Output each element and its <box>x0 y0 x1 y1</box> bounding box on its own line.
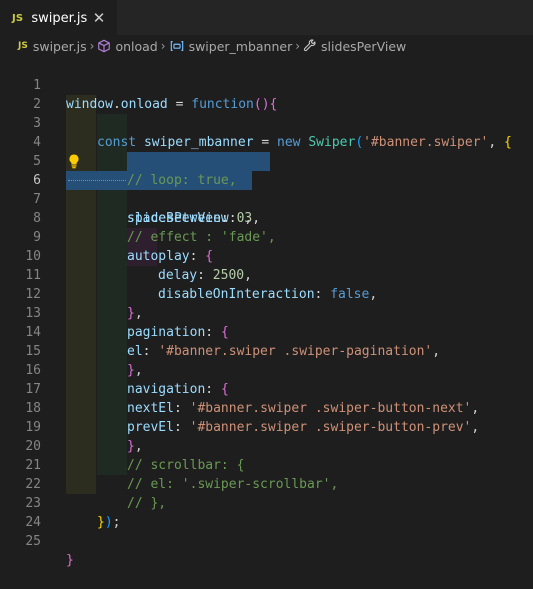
code-line: 2 <box>0 76 533 112</box>
js-file-icon: JS <box>12 12 24 24</box>
tab-bar: JS swiper.js ✕ <box>0 0 533 35</box>
code-line: 25 } <box>0 513 533 568</box>
code-line: 14 el: '#banner.swiper .swiper-paginatio… <box>0 304 533 359</box>
code-line: 17 nextEl: '#banner.swiper .swiper-butto… <box>0 361 533 416</box>
chevron-right-icon: › <box>160 39 166 53</box>
breadcrumb-onload[interactable]: onload <box>97 38 158 54</box>
breadcrumb-property[interactable]: slidesPerView <box>303 39 406 54</box>
code-line: 1 window.onload = function(){ <box>0 57 533 112</box>
breadcrumb-property-label: slidesPerView <box>321 38 407 54</box>
wrench-icon <box>303 39 316 52</box>
lightbulb-icon[interactable] <box>67 153 81 169</box>
code-line: 10 delay: 2500, <box>0 228 533 283</box>
breadcrumb-file-label: swiper.js <box>32 38 87 54</box>
code-line: 16 navigation: { <box>0 342 533 397</box>
chevron-right-icon: › <box>295 39 301 53</box>
line-content: } <box>66 553 74 568</box>
breadcrumb-onload-label: onload <box>115 38 158 54</box>
code-line: 4 <box>0 114 533 150</box>
code-line: 19 }, <box>0 399 533 454</box>
tab-swiper-js[interactable]: JS swiper.js ✕ <box>0 0 117 35</box>
breadcrumb-variable[interactable]: swiper_mbanner <box>169 38 293 54</box>
breadcrumb-file[interactable]: JS swiper.js <box>18 39 87 54</box>
breadcrumb-variable-label: swiper_mbanner <box>188 38 293 54</box>
code-line: 11 disableOnInteraction: false, <box>0 247 533 302</box>
code-line: 9 autoplay: { <box>0 209 533 264</box>
code-line: 22 // }, <box>0 456 533 511</box>
breadcrumb: JS swiper.js › onload › swiper_mbanner ›… <box>0 35 533 57</box>
code-line: 23 }); <box>0 475 533 530</box>
code-line: 6 slidesPerView: 3, <box>0 152 533 226</box>
code-line: 24 <box>0 494 533 530</box>
code-line: 12 }, <box>0 266 533 321</box>
code-line: 13 pagination: { <box>0 285 533 340</box>
js-file-icon: JS <box>18 41 28 51</box>
code-line: 20 // scrollbar: { <box>0 418 533 473</box>
variable-icon <box>170 41 183 51</box>
code-line: 5 // loop: true, <box>0 133 533 188</box>
code-editor[interactable]: 1 window.onload = function(){ 2 3 const … <box>0 57 533 568</box>
line-number: 25 <box>25 534 41 549</box>
code-line: 7 spaceBetween: 0, <box>0 171 533 226</box>
chevron-right-icon: › <box>89 39 95 53</box>
code-line: 8 // effect : 'fade', <box>0 190 533 245</box>
cube-icon <box>98 39 111 53</box>
code-line: 3 const swiper_mbanner = new Swiper('#ba… <box>0 95 533 150</box>
tab-label: swiper.js <box>31 10 88 26</box>
close-icon[interactable]: ✕ <box>91 10 107 26</box>
code-line: 21 // el: '.swiper-scrollbar', <box>0 437 533 492</box>
code-line: 18 prevEl: '#banner.swiper .swiper-butto… <box>0 380 533 435</box>
code-line: 15 }, <box>0 323 533 378</box>
